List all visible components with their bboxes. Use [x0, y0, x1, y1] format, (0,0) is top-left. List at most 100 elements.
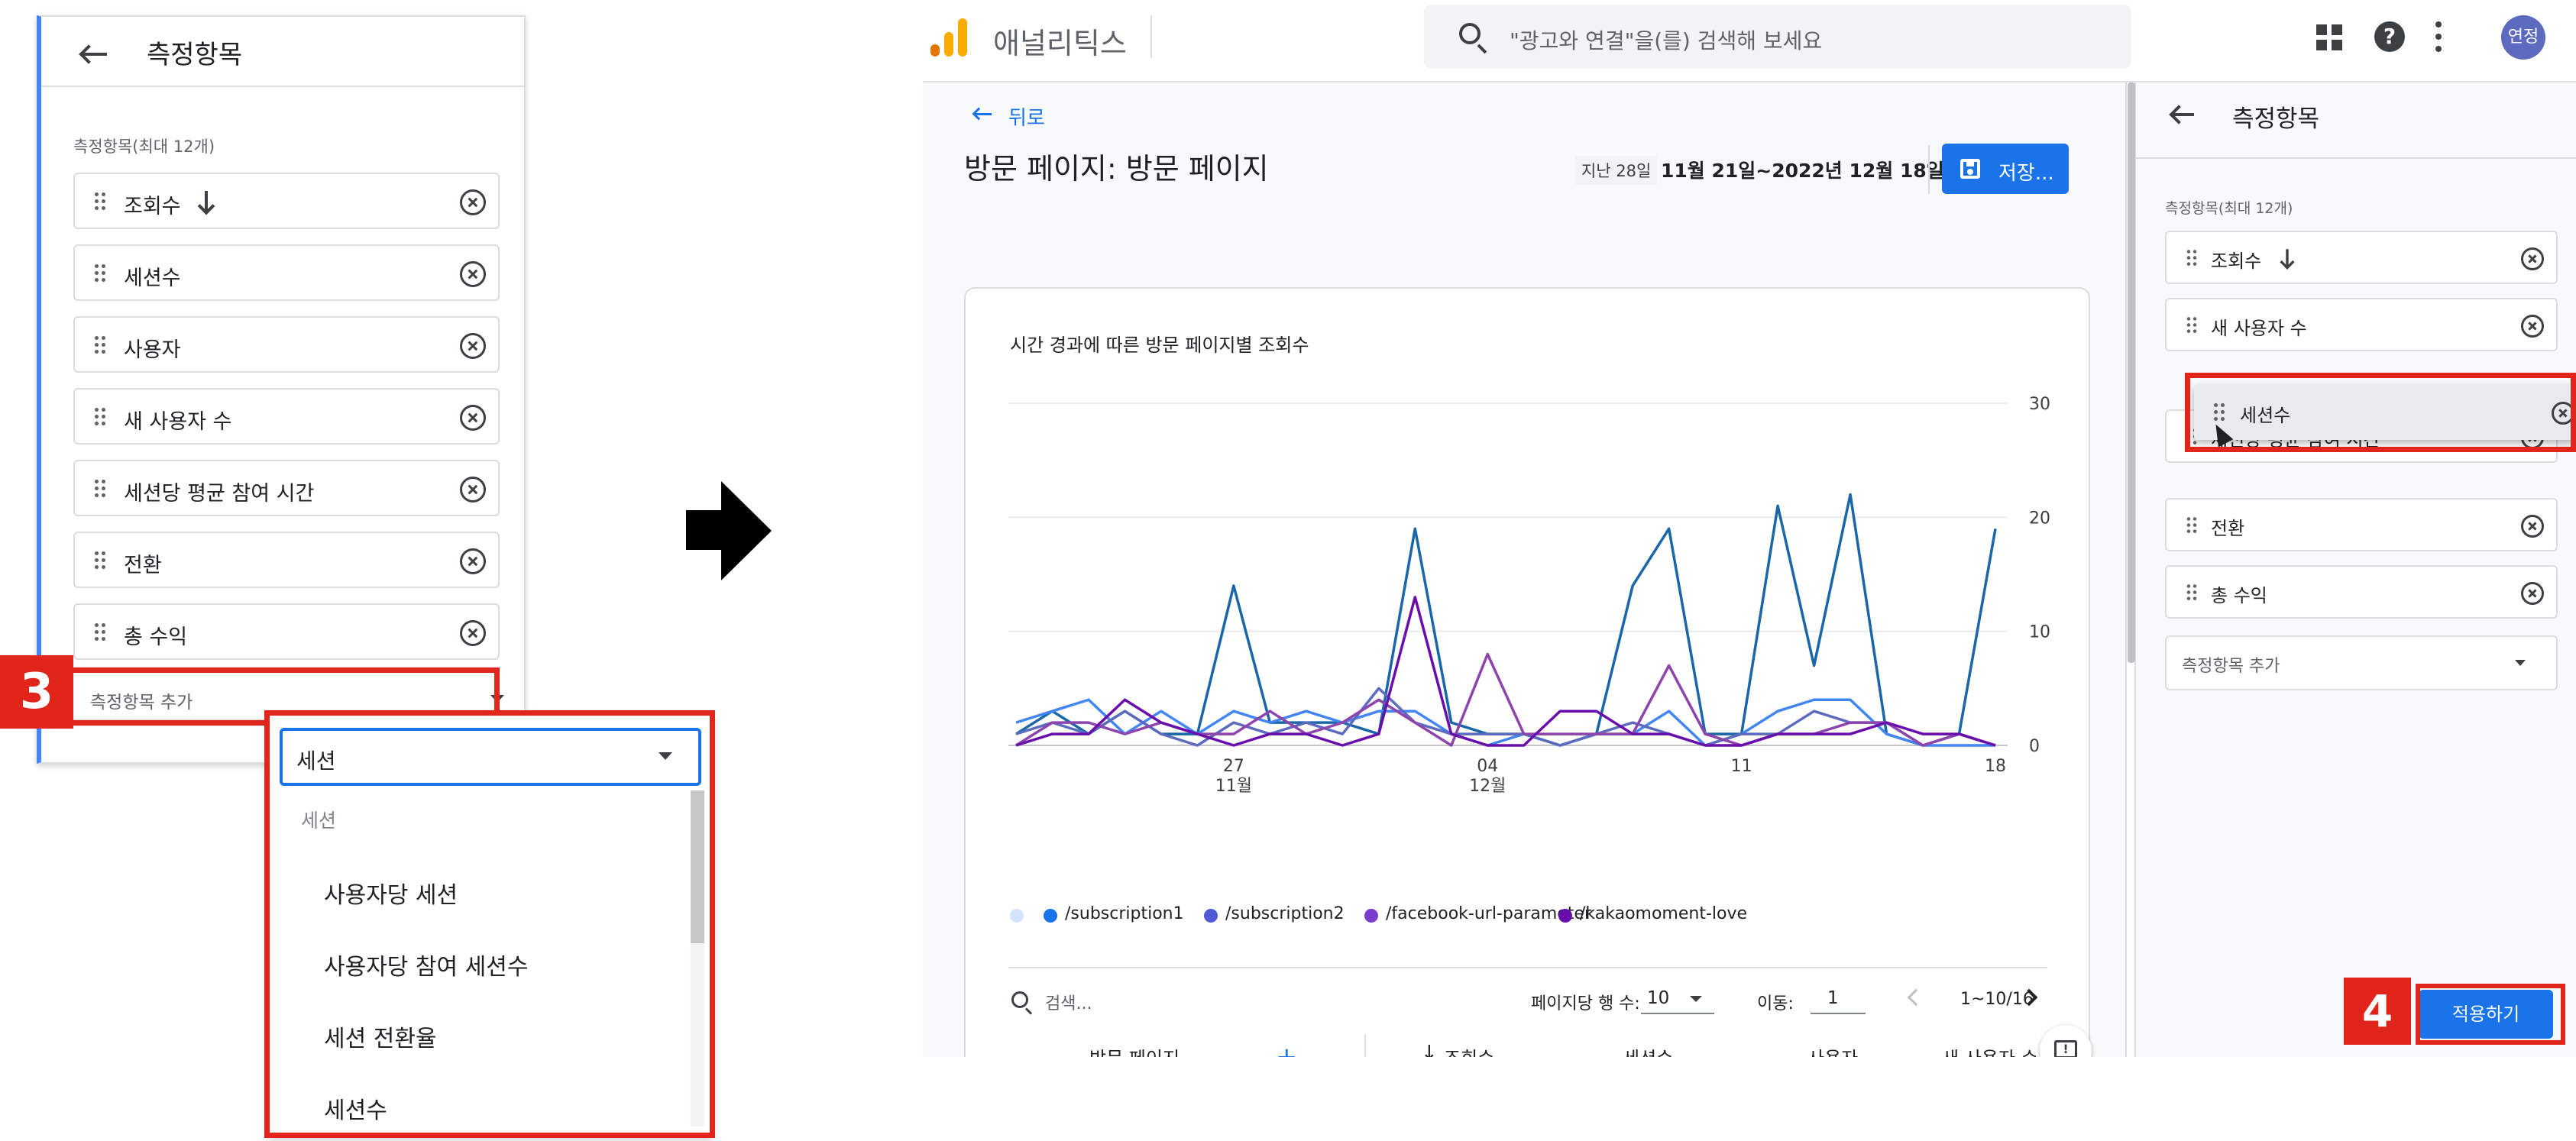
left-metric-item[interactable]: 세션당 평균 참여 시간 [73, 460, 500, 516]
back-arrow-icon[interactable] [79, 44, 107, 64]
drag-handle-icon[interactable] [95, 408, 105, 426]
avatar[interactable]: 연정 [2501, 15, 2545, 60]
remove-metric-icon[interactable] [2521, 315, 2544, 338]
metric-label: 총 수익 [124, 625, 188, 649]
drag-handle-icon[interactable] [95, 264, 105, 283]
drag-handle-icon[interactable] [95, 480, 105, 498]
sort-down-arrow-icon[interactable] [197, 191, 215, 215]
table-search-input[interactable]: 검색... [1011, 985, 1241, 1016]
left-section-label: 측정항목(최대 12개) [73, 137, 215, 156]
remove-metric-icon[interactable] [460, 261, 486, 287]
left-metric-item[interactable]: 사용자 [73, 316, 500, 373]
remove-metric-icon[interactable] [460, 333, 486, 359]
main-scrollbar[interactable] [2125, 82, 2136, 1057]
drag-handle-icon[interactable] [95, 551, 105, 570]
analytics-window: 애널리틱스 "광고와 연결"을(를) 검색해 보세요 ? 연정 뒤로 방문 페이… [923, 0, 2576, 1057]
apply-highlight-frame [2416, 984, 2565, 1045]
step3-badge: 3 [0, 655, 73, 729]
right-metric-item[interactable]: 총 수익 [2165, 565, 2558, 619]
sort-down-arrow-icon[interactable] [2280, 249, 2295, 270]
drag-handle-icon[interactable] [95, 192, 105, 211]
add-column-button[interactable]: + [1276, 1042, 1298, 1057]
column-header-users[interactable]: 사용자 [1807, 1043, 1858, 1057]
back-arrow-icon[interactable] [2169, 105, 2194, 124]
remove-metric-icon[interactable] [2521, 247, 2544, 270]
remove-metric-icon[interactable] [2521, 515, 2544, 538]
date-chip[interactable]: 지난 28일 [1575, 156, 1658, 185]
back-arrow-icon [972, 107, 992, 121]
page-title: 방문 페이지: 방문 페이지 [964, 152, 1269, 186]
right-metric-item[interactable]: 새 사용자 수 [2165, 298, 2558, 351]
right-metric-item[interactable]: 전환 [2165, 498, 2558, 551]
goto-page-value: 1 [1827, 988, 1839, 1008]
drag-handle-icon[interactable] [95, 336, 105, 354]
right-metric-item[interactable]: 조회수 [2165, 231, 2558, 284]
column-divider [1364, 1034, 1366, 1057]
left-metric-item[interactable]: 조회수 [73, 173, 500, 229]
remove-metric-icon[interactable] [460, 548, 486, 574]
legend-dot [1204, 909, 1218, 923]
remove-metric-icon[interactable] [2521, 582, 2544, 605]
header-divider [1150, 15, 1152, 58]
apps-grid-icon[interactable] [2316, 24, 2342, 50]
remove-metric-icon[interactable] [460, 189, 486, 215]
right-panel-header: 측정항목 [2136, 82, 2576, 159]
drag-handle-icon[interactable] [2186, 584, 2197, 601]
y-tick-label: 20 [2029, 509, 2050, 528]
drag-handle-icon[interactable] [2186, 250, 2197, 267]
drag-handle-icon[interactable] [2186, 317, 2197, 334]
column-header-sessions[interactable]: 세션수 [1623, 1043, 1673, 1057]
left-metric-item[interactable]: 새 사용자 수 [73, 388, 500, 444]
chevron-down-icon [1690, 996, 1702, 1002]
y-tick-label: 10 [2029, 623, 2050, 642]
step4-badge: 4 [2344, 978, 2411, 1045]
column-header-new-users[interactable]: 새 사용자 수 [1942, 1043, 2038, 1057]
column-header-views[interactable]: 조회수 [1444, 1043, 1494, 1057]
sort-down-arrow-icon[interactable]: ↓ [1421, 1042, 1438, 1057]
rows-per-page-value: 10 [1647, 988, 1670, 1008]
legend-label: /subscription2 [1225, 904, 1345, 923]
chevron-down-icon [2515, 660, 2526, 666]
add-metric-dropdown[interactable]: 측정항목 추가 [2165, 635, 2558, 690]
date-range[interactable]: 11월 21일~2022년 12월 18일 [1661, 156, 1944, 183]
remove-metric-icon[interactable] [460, 620, 486, 646]
left-panel-header: 측정항목 [41, 17, 524, 87]
search-icon [1011, 991, 1028, 1008]
help-icon[interactable]: ? [2374, 21, 2405, 52]
drag-handle-icon[interactable] [95, 623, 105, 642]
legend-dot [1044, 909, 1057, 923]
legend-dot [1364, 909, 1378, 923]
metric-label: 총 수익 [2211, 585, 2267, 606]
x-tick-label: 12월 [1469, 777, 1506, 796]
x-tick-label: 11 [1731, 757, 1752, 776]
rows-per-page-select[interactable]: 10 [1641, 982, 1714, 1014]
goto-page-input[interactable]: 1 [1811, 982, 1866, 1014]
date-divider [1928, 145, 1930, 194]
remove-metric-icon[interactable] [460, 405, 486, 431]
metric-label: 새 사용자 수 [124, 410, 232, 434]
more-vert-icon[interactable] [2435, 21, 2442, 52]
save-button[interactable]: 저장... [1942, 144, 2069, 194]
left-panel-title: 측정항목 [147, 40, 243, 70]
search-placeholder: "광고와 연결"을(를) 검색해 보세요 [1510, 28, 1823, 53]
dropdown-highlight-frame [264, 710, 715, 1138]
drag-handle-icon[interactable] [2186, 517, 2197, 534]
left-metric-item[interactable]: 총 수익 [73, 603, 500, 660]
search-icon [1459, 23, 1481, 44]
metric-label: 세션당 평균 참여 시간 [124, 482, 315, 506]
metric-label: 사용자 [124, 338, 181, 362]
left-metric-item[interactable]: 전환 [73, 532, 500, 588]
app-name[interactable]: 애널리틱스 [993, 20, 1127, 62]
left-metric-item[interactable]: 세션수 [73, 244, 500, 301]
global-search-input[interactable]: "광고와 연결"을(를) 검색해 보세요 [1424, 5, 2131, 69]
y-tick-label: 30 [2029, 395, 2050, 414]
prev-page-icon[interactable] [1907, 988, 1925, 1007]
x-tick-label: 27 [1223, 757, 1244, 776]
chart-card: 시간 경과에 따른 방문 페이지별 조회수 0 10 20 30 27 11월 04 12월 1… [964, 287, 2090, 1057]
feedback-icon: ! [2054, 1040, 2077, 1057]
remove-metric-icon[interactable] [460, 477, 486, 503]
column-header-landing-page[interactable]: 방문 페이지 [1089, 1043, 1180, 1057]
x-tick-label: 11월 [1215, 777, 1252, 796]
metric-label: 세션수 [124, 267, 181, 290]
analytics-logo-icon[interactable] [930, 18, 973, 61]
